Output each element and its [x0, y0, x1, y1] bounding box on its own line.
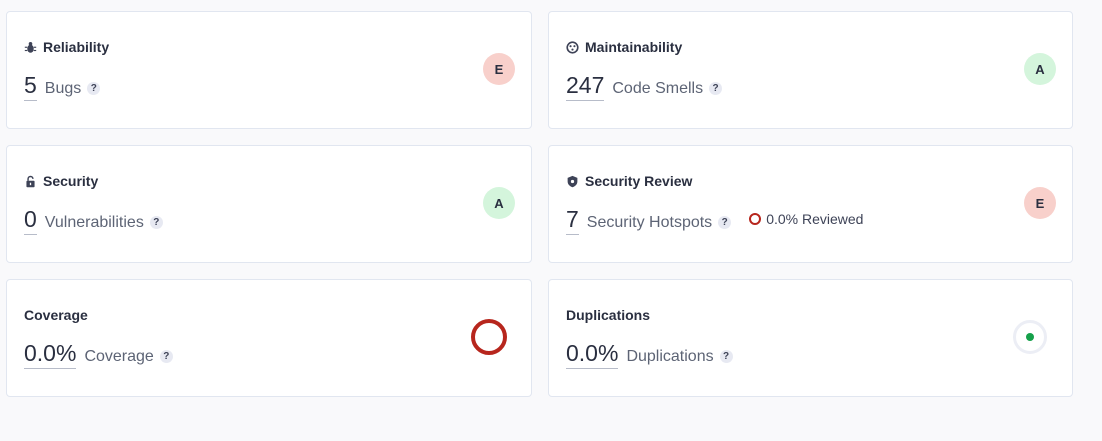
reliability-title-text: Reliability — [43, 39, 110, 55]
coverage-title: Coverage — [24, 306, 88, 324]
reliability-metric: 5 Bugs ? — [24, 72, 101, 101]
reliability-rating-badge[interactable]: E — [483, 53, 515, 85]
duplications-value-link[interactable]: 0.0% — [566, 340, 619, 369]
coverage-title-text: Coverage — [24, 307, 88, 323]
duplications-ring-icon[interactable] — [1013, 320, 1047, 354]
duplications-dot-icon — [1026, 333, 1034, 341]
security-card: Security 0 Vulnerabilities ? A — [6, 145, 532, 263]
maintainability-icon — [566, 40, 579, 54]
security-review-title: Security Review — [566, 172, 692, 190]
coverage-help-icon[interactable]: ? — [159, 350, 173, 363]
maintainability-rating-badge[interactable]: A — [1024, 53, 1056, 85]
security-review-card: Security Review 7 Security Hotspots ? 0.… — [548, 145, 1073, 263]
security-rating-badge[interactable]: A — [483, 187, 515, 219]
bugs-count-link[interactable]: 5 — [24, 72, 37, 101]
coverage-metric: 0.0% Coverage ? — [24, 340, 173, 369]
duplications-label: Duplications — [626, 348, 714, 365]
security-title-text: Security — [43, 173, 99, 189]
duplications-help-icon[interactable]: ? — [719, 350, 733, 363]
code-smells-label: Code Smells — [612, 80, 704, 97]
duplications-title: Duplications — [566, 306, 650, 324]
maintainability-title: Maintainability — [566, 38, 682, 56]
code-smells-count-link[interactable]: 247 — [566, 72, 605, 101]
vulnerabilities-count-link[interactable]: 0 — [24, 206, 37, 235]
reliability-title: Reliability — [24, 38, 109, 56]
security-hotspots-help-icon[interactable]: ? — [718, 216, 732, 229]
hotspots-reviewed-text: 0.0% Reviewed — [766, 211, 864, 227]
coverage-label: Coverage — [84, 348, 154, 365]
vulnerabilities-label: Vulnerabilities — [44, 214, 144, 231]
security-title: Security — [24, 172, 98, 190]
duplications-card: Duplications 0.0% Duplications ? — [548, 279, 1073, 397]
security-review-metric: 7 Security Hotspots ? 0.0% Reviewed — [566, 206, 863, 235]
hotspots-reviewed: 0.0% Reviewed — [749, 211, 863, 227]
maintainability-metric: 247 Code Smells ? — [566, 72, 723, 101]
security-hotspots-label: Security Hotspots — [586, 214, 713, 231]
security-metric: 0 Vulnerabilities ? — [24, 206, 163, 235]
reviewed-ring-icon — [749, 213, 762, 225]
bugs-label: Bugs — [44, 80, 82, 97]
security-review-title-text: Security Review — [585, 173, 693, 189]
duplications-title-text: Duplications — [566, 307, 651, 323]
code-smells-help-icon[interactable]: ? — [709, 82, 723, 95]
coverage-card: Coverage 0.0% Coverage ? — [6, 279, 532, 397]
coverage-ring-icon[interactable] — [471, 319, 507, 355]
vulnerabilities-help-icon[interactable]: ? — [149, 216, 163, 229]
maintainability-title-text: Maintainability — [585, 39, 683, 55]
shield-icon — [566, 175, 579, 188]
security-hotspots-count-link[interactable]: 7 — [566, 206, 579, 235]
bug-icon — [24, 41, 37, 54]
duplications-metric: 0.0% Duplications ? — [566, 340, 733, 369]
coverage-value-link[interactable]: 0.0% — [24, 340, 77, 369]
lock-icon — [24, 175, 37, 188]
maintainability-card: Maintainability 247 Code Smells ? A — [548, 11, 1073, 129]
bugs-help-icon[interactable]: ? — [87, 82, 101, 95]
reliability-card: Reliability 5 Bugs ? E — [6, 11, 532, 129]
security-review-rating-badge[interactable]: E — [1024, 187, 1056, 219]
